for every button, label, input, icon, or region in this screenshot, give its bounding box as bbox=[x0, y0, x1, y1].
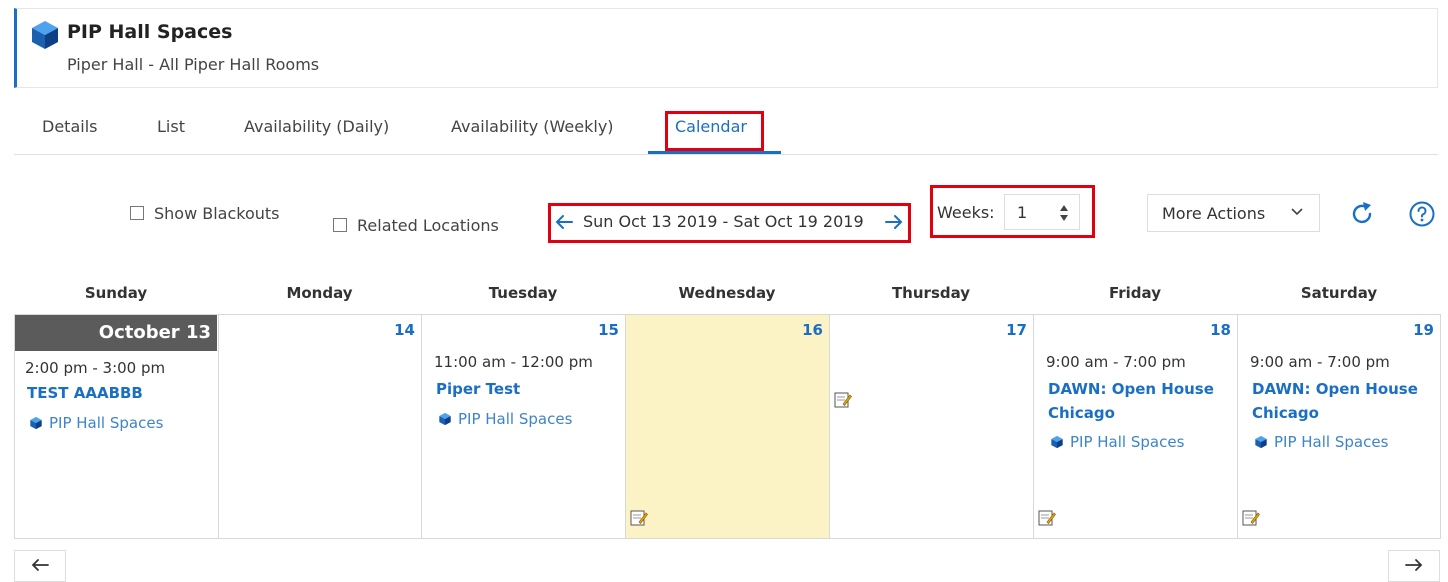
tab-list[interactable]: List bbox=[157, 117, 185, 136]
day-cell-wednesday-today[interactable]: 16 bbox=[626, 315, 830, 538]
related-locations-label: Related Locations bbox=[357, 216, 499, 235]
event-title-link[interactable]: Piper Test bbox=[436, 377, 616, 401]
tab-details[interactable]: Details bbox=[42, 117, 97, 136]
weekday-header: Tuesday bbox=[488, 284, 558, 302]
day-number: 14 bbox=[394, 321, 415, 339]
event-time: 9:00 am - 7:00 pm bbox=[1046, 353, 1186, 371]
show-blackouts-label: Show Blackouts bbox=[154, 204, 280, 223]
help-icon[interactable] bbox=[1408, 200, 1436, 228]
event-location-link[interactable]: PIP Hall Spaces bbox=[1050, 433, 1184, 451]
tab-bar: Details List Availability (Daily) Availa… bbox=[14, 105, 1438, 155]
calendar-grid: October 13 2:00 pm - 3:00 pm TEST AAABBB… bbox=[14, 314, 1441, 539]
active-tab-underline bbox=[648, 151, 781, 154]
cube-icon bbox=[32, 21, 58, 49]
day-cell-sunday[interactable]: October 13 2:00 pm - 3:00 pm TEST AAABBB… bbox=[15, 315, 219, 538]
cube-icon bbox=[30, 416, 42, 430]
page-subtitle: Piper Hall - All Piper Hall Rooms bbox=[67, 55, 320, 74]
weekday-header: Sunday bbox=[84, 284, 148, 302]
event-time: 2:00 pm - 3:00 pm bbox=[25, 359, 166, 377]
day-number: 19 bbox=[1413, 321, 1434, 339]
checkbox-box[interactable] bbox=[130, 206, 144, 220]
refresh-icon[interactable] bbox=[1348, 200, 1376, 228]
cube-icon bbox=[439, 412, 451, 426]
next-week-button[interactable] bbox=[1388, 550, 1440, 582]
previous-week-button[interactable] bbox=[14, 550, 66, 582]
edit-note-icon[interactable] bbox=[630, 509, 648, 527]
checkbox-box[interactable] bbox=[333, 218, 347, 232]
weeks-value: 1 bbox=[1017, 203, 1028, 222]
month-banner: October 13 bbox=[15, 315, 217, 351]
day-cell-saturday[interactable]: 19 9:00 am - 7:00 pm DAWN: Open House Ch… bbox=[1238, 315, 1440, 538]
more-actions-dropdown[interactable]: More Actions bbox=[1147, 194, 1320, 232]
event-location-link[interactable]: PIP Hall Spaces bbox=[29, 414, 163, 432]
day-cell-thursday[interactable]: 17 bbox=[830, 315, 1034, 538]
page-title: PIP Hall Spaces bbox=[67, 21, 233, 43]
day-number: 16 bbox=[802, 321, 823, 339]
weeks-stepper[interactable]: 1 bbox=[1004, 194, 1080, 230]
weekday-header: Friday bbox=[1108, 284, 1161, 302]
event-title-link[interactable]: DAWN: Open House Chicago bbox=[1252, 377, 1432, 425]
day-number: 18 bbox=[1210, 321, 1231, 339]
location-header: PIP Hall Spaces Piper Hall - All Piper H… bbox=[14, 8, 1438, 88]
tab-calendar[interactable]: Calendar bbox=[675, 117, 747, 136]
event-title-link[interactable]: DAWN: Open House Chicago bbox=[1048, 377, 1228, 425]
weekday-header: Saturday bbox=[1300, 284, 1378, 302]
arrow-left-icon bbox=[31, 559, 49, 571]
event-location-link[interactable]: PIP Hall Spaces bbox=[438, 410, 572, 428]
day-cell-tuesday[interactable]: 15 11:00 am - 12:00 pm Piper Test PIP Ha… bbox=[422, 315, 626, 538]
edit-note-icon[interactable] bbox=[1038, 509, 1056, 527]
event-location-label: PIP Hall Spaces bbox=[1274, 433, 1389, 451]
event-location-label: PIP Hall Spaces bbox=[49, 414, 164, 432]
chevron-down-icon bbox=[1291, 208, 1303, 216]
spinner-icon[interactable] bbox=[1059, 204, 1069, 222]
cube-icon bbox=[1051, 435, 1063, 449]
day-number: 15 bbox=[598, 321, 619, 339]
day-cell-friday[interactable]: 18 9:00 am - 7:00 pm DAWN: Open House Ch… bbox=[1034, 315, 1238, 538]
edit-note-icon[interactable] bbox=[834, 391, 852, 409]
weekday-header: Monday bbox=[286, 284, 353, 302]
edit-note-icon[interactable] bbox=[1242, 509, 1260, 527]
day-number: 17 bbox=[1006, 321, 1027, 339]
weekday-header: Wednesday bbox=[678, 284, 776, 302]
arrow-left-icon[interactable] bbox=[554, 214, 574, 230]
tab-availability-weekly[interactable]: Availability (Weekly) bbox=[451, 117, 614, 136]
event-location-label: PIP Hall Spaces bbox=[458, 410, 573, 428]
event-location-link[interactable]: PIP Hall Spaces bbox=[1254, 433, 1388, 451]
show-blackouts-checkbox[interactable]: Show Blackouts bbox=[130, 204, 280, 223]
arrow-right-icon bbox=[1405, 559, 1423, 571]
event-location-label: PIP Hall Spaces bbox=[1070, 433, 1185, 451]
cube-icon bbox=[1255, 435, 1267, 449]
event-title-link[interactable]: TEST AAABBB bbox=[27, 381, 212, 405]
event-time: 11:00 am - 12:00 pm bbox=[434, 353, 593, 371]
date-range: Sun Oct 13 2019 - Sat Oct 19 2019 bbox=[583, 212, 864, 231]
weeks-label: Weeks: bbox=[937, 203, 995, 222]
related-locations-checkbox[interactable]: Related Locations bbox=[333, 216, 499, 235]
arrow-right-icon[interactable] bbox=[884, 214, 904, 230]
weekday-header: Thursday bbox=[891, 284, 971, 302]
day-cell-monday[interactable]: 14 bbox=[219, 315, 422, 538]
tab-availability-daily[interactable]: Availability (Daily) bbox=[244, 117, 389, 136]
event-time: 9:00 am - 7:00 pm bbox=[1250, 353, 1390, 371]
more-actions-label: More Actions bbox=[1162, 204, 1266, 223]
